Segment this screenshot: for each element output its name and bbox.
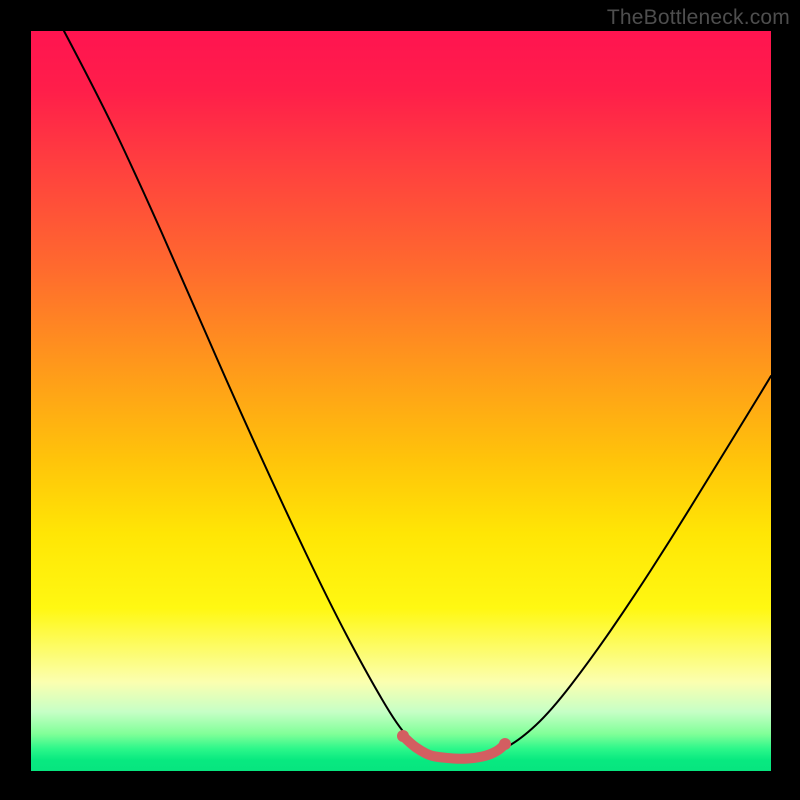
v-curve <box>64 31 771 757</box>
attribution-text: TheBottleneck.com <box>607 6 790 30</box>
curve-svg <box>31 31 771 771</box>
trough-highlight <box>403 736 505 759</box>
trough-dot-right <box>499 738 511 750</box>
plot-area <box>31 31 771 771</box>
trough-dot-left <box>397 730 409 742</box>
chart-frame: TheBottleneck.com <box>0 0 800 800</box>
